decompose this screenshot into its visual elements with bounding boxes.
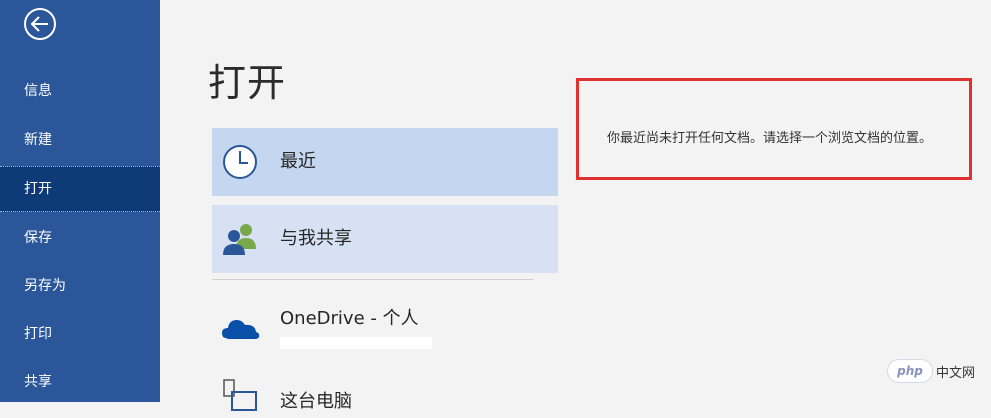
sidebar-item-new[interactable]: 新建	[0, 117, 160, 163]
no-recent-message: 你最近尚未打开任何文档。请选择一个浏览文档的位置。	[607, 131, 933, 146]
onedrive-cloud-icon	[222, 320, 260, 339]
php-logo: php	[888, 360, 932, 382]
sidebar-item-print[interactable]: 打印	[0, 311, 160, 357]
computer-icon	[223, 379, 257, 411]
location-onedrive[interactable]: OneDrive - 个人	[212, 290, 558, 360]
highlight-box: 你最近尚未打开任何文档。请选择一个浏览文档的位置。	[576, 78, 972, 180]
people-icon	[223, 224, 256, 255]
page-title: 打开	[208, 61, 287, 105]
sidebar-item-open[interactable]: 打开	[0, 166, 160, 212]
clock-icon	[223, 145, 257, 179]
location-label: 这台电脑	[280, 391, 352, 412]
backstage-sidebar: 信息 新建 打开 保存 另存为 打印 共享	[0, 0, 160, 402]
location-recent[interactable]: 最近	[212, 128, 558, 196]
watermark: php 中文网	[888, 360, 975, 382]
divider	[212, 279, 534, 280]
sidebar-item-save[interactable]: 保存	[0, 215, 160, 261]
sidebar-item-share[interactable]: 共享	[0, 359, 160, 405]
sidebar-item-info[interactable]: 信息	[0, 68, 160, 114]
location-shared-with-me[interactable]: 与我共享	[212, 205, 558, 273]
back-arrow-icon[interactable]	[20, 4, 60, 44]
redacted-account	[280, 337, 432, 349]
location-label: 与我共享	[280, 228, 352, 249]
location-label: OneDrive - 个人	[280, 308, 419, 329]
sidebar-item-save-as[interactable]: 另存为	[0, 263, 160, 309]
location-label: 最近	[280, 151, 316, 172]
watermark-text: 中文网	[936, 365, 976, 381]
location-this-pc[interactable]: 这台电脑	[212, 372, 558, 412]
